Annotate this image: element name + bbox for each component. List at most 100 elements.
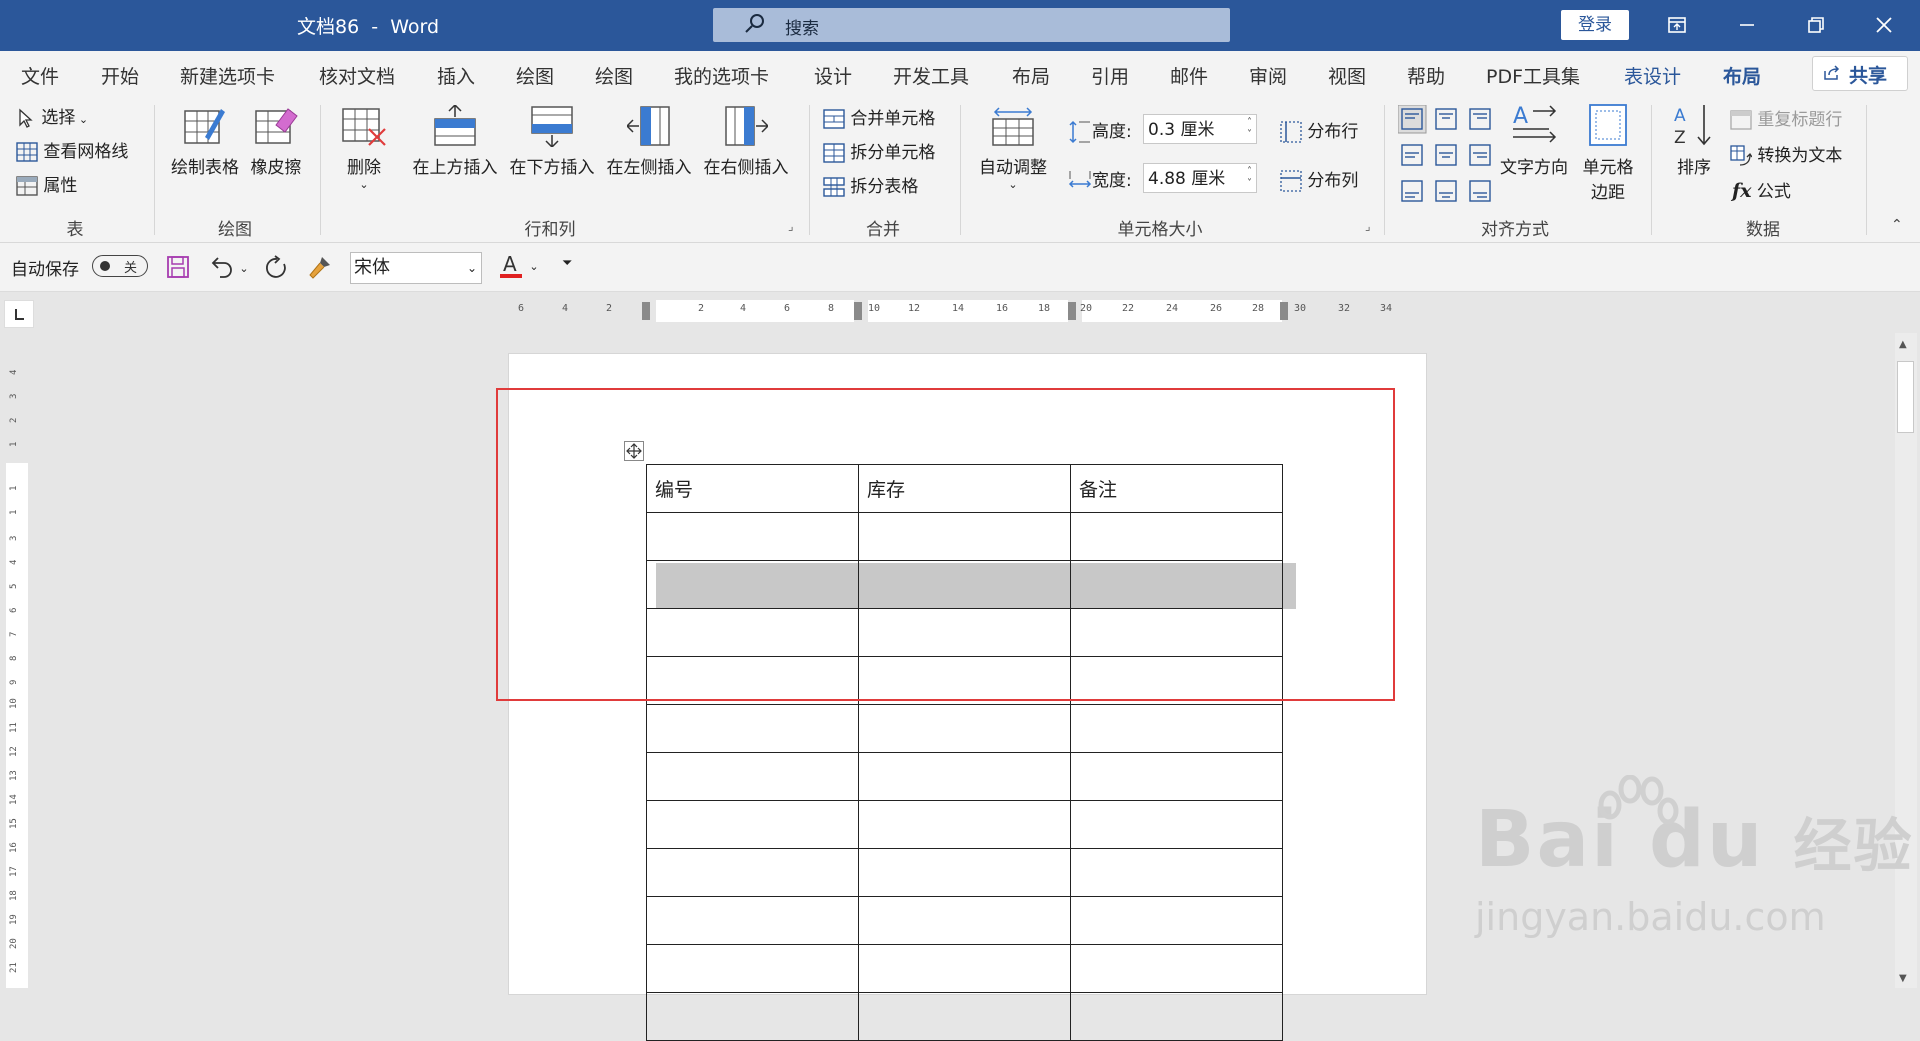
- ruler-marker[interactable]: [642, 302, 650, 320]
- text-direction-button[interactable]: A 文字方向: [1496, 103, 1572, 178]
- redo-button[interactable]: [264, 255, 290, 281]
- baidu-watermark: Bai du 经验 jingyan.baidu.com: [1475, 775, 1914, 939]
- sort-button[interactable]: AZ 排序: [1664, 103, 1724, 178]
- scrollbar-thumb[interactable]: [1897, 361, 1914, 433]
- vertical-scrollbar[interactable]: ▲ ▼: [1895, 333, 1917, 988]
- restore-button[interactable]: [1795, 8, 1837, 42]
- table-cell[interactable]: [858, 800, 1071, 849]
- ribbon-display-button[interactable]: [1656, 8, 1698, 42]
- search-box[interactable]: 搜索: [713, 8, 1230, 42]
- login-button[interactable]: 登录: [1561, 10, 1629, 40]
- spinner-icon[interactable]: ˄ ˅: [1247, 117, 1252, 141]
- font-name-select[interactable]: 宋体 ⌄: [350, 252, 482, 284]
- table-cell[interactable]: [1070, 800, 1283, 849]
- cell-size-dialog-launcher-icon[interactable]: ⌟: [1365, 219, 1371, 233]
- vertical-ruler[interactable]: 4 3 2 1 1 1 3 4 5 6 7 8 9 10 11 12 13 14…: [6, 355, 28, 988]
- close-button[interactable]: [1863, 8, 1905, 42]
- tab-help[interactable]: 帮助: [1407, 62, 1445, 89]
- table-cell[interactable]: [1070, 704, 1283, 753]
- ruler-marker[interactable]: [1068, 302, 1076, 320]
- tab-review[interactable]: 审阅: [1249, 62, 1287, 89]
- table-cell[interactable]: [646, 752, 859, 801]
- autofit-button[interactable]: 自动调整 ⌄: [973, 105, 1053, 191]
- table-cell[interactable]: [1070, 896, 1283, 945]
- convert-to-text-button[interactable]: 转换为文本: [1730, 141, 1842, 167]
- tab-view[interactable]: 视图: [1328, 62, 1366, 89]
- table-cell[interactable]: [646, 704, 859, 753]
- customize-qat-icon[interactable]: ⏷: [562, 256, 572, 271]
- align-buttons-icon[interactable]: [1397, 104, 1498, 215]
- distribute-columns-button[interactable]: 分布列: [1280, 166, 1358, 192]
- tab-developer[interactable]: 开发工具: [893, 62, 969, 89]
- tab-references[interactable]: 引用: [1091, 62, 1129, 89]
- table-cell[interactable]: [646, 800, 859, 849]
- table-cell[interactable]: [1070, 992, 1283, 1041]
- table-cell[interactable]: [858, 848, 1071, 897]
- collapse-ribbon-icon[interactable]: ⌃: [1891, 217, 1903, 233]
- minimize-button[interactable]: [1726, 8, 1768, 42]
- insert-right-button[interactable]: 在右侧插入: [700, 105, 792, 178]
- table-cell[interactable]: [858, 752, 1071, 801]
- column-width-input[interactable]: 4.88 厘米 ˄ ˅: [1143, 163, 1257, 193]
- table-cell[interactable]: [1070, 848, 1283, 897]
- insert-left-button[interactable]: 在左侧插入: [603, 105, 695, 178]
- spinner-icon[interactable]: ˄ ˅: [1247, 166, 1252, 190]
- table-cell[interactable]: [1070, 752, 1283, 801]
- tab-design[interactable]: 设计: [814, 62, 852, 89]
- tab-table-layout[interactable]: 布局: [1723, 62, 1762, 98]
- split-cells-button[interactable]: 拆分单元格: [823, 138, 935, 163]
- tab-check-document[interactable]: 核对文档: [319, 62, 395, 89]
- formula-button[interactable]: fx 公式: [1732, 177, 1791, 202]
- tab-draw-2[interactable]: 绘图: [595, 62, 633, 89]
- repeat-header-button[interactable]: 重复标题行: [1730, 105, 1842, 130]
- properties-button[interactable]: 属性: [16, 171, 77, 196]
- cell-margins-button[interactable]: 单元格 边距: [1576, 103, 1640, 203]
- table-cell[interactable]: [858, 704, 1071, 753]
- tab-layout[interactable]: 布局: [1012, 62, 1050, 89]
- delete-button[interactable]: 删除 ⌄: [336, 105, 392, 191]
- tab-mailings[interactable]: 邮件: [1170, 62, 1208, 89]
- autosave-toggle[interactable]: 关: [92, 255, 148, 277]
- table-cell[interactable]: [858, 944, 1071, 993]
- table-cell[interactable]: [646, 848, 859, 897]
- table-cell[interactable]: [646, 944, 859, 993]
- format-painter-button[interactable]: [308, 255, 334, 279]
- chevron-down-icon[interactable]: ⌄: [529, 260, 538, 273]
- table-cell[interactable]: [858, 992, 1071, 1041]
- tab-home[interactable]: 开始: [101, 62, 139, 89]
- tab-table-design[interactable]: 表设计: [1624, 62, 1681, 89]
- font-color-button[interactable]: A ⌄: [498, 251, 539, 279]
- view-gridlines-button[interactable]: 查看网格线: [16, 137, 128, 162]
- insert-above-button[interactable]: 在上方插入: [409, 105, 501, 178]
- scroll-down-arrow-icon[interactable]: ▼: [1899, 973, 1907, 984]
- tab-pdf-tools[interactable]: PDF工具集: [1486, 62, 1580, 89]
- split-table-button[interactable]: 拆分表格: [823, 172, 918, 197]
- tab-insert[interactable]: 插入: [437, 62, 475, 89]
- tab-selector[interactable]: [4, 300, 34, 328]
- table-cell[interactable]: [1070, 944, 1283, 993]
- tab-new-tab[interactable]: 新建选项卡: [180, 62, 275, 89]
- tab-file[interactable]: 文件: [21, 62, 59, 89]
- select-button[interactable]: 选择 ⌄: [16, 103, 88, 128]
- eraser-button[interactable]: 橡皮擦: [246, 105, 306, 178]
- table-cell[interactable]: [858, 896, 1071, 945]
- rows-dialog-launcher-icon[interactable]: ⌟: [788, 219, 794, 233]
- chevron-down-icon[interactable]: ⌄: [239, 262, 248, 275]
- insert-below-button[interactable]: 在下方插入: [506, 105, 598, 178]
- table-cell[interactable]: [646, 896, 859, 945]
- scroll-up-arrow-icon[interactable]: ▲: [1899, 339, 1907, 350]
- tab-draw-1[interactable]: 绘图: [516, 62, 554, 89]
- undo-button[interactable]: ⌄: [208, 255, 249, 279]
- table-cell[interactable]: [646, 992, 859, 1041]
- row-height-input[interactable]: 0.3 厘米 ˄ ˅: [1143, 114, 1257, 144]
- save-button[interactable]: [166, 255, 190, 279]
- draw-table-button[interactable]: 绘制表格: [167, 105, 243, 178]
- ruler-marker[interactable]: [1280, 302, 1288, 320]
- tab-my-tab[interactable]: 我的选项卡: [674, 62, 769, 89]
- distribute-rows-button[interactable]: 分布行: [1280, 117, 1358, 143]
- merge-cells-button[interactable]: 合并单元格: [823, 104, 935, 129]
- share-button[interactable]: 共享: [1812, 56, 1908, 91]
- horizontal-ruler[interactable]: 6 4 2 2 4 6 8 10 12 14 16 18 20 22 24 26…: [508, 300, 1423, 322]
- ruler-marker[interactable]: [854, 302, 862, 320]
- ruler-mark: 17: [9, 866, 19, 877]
